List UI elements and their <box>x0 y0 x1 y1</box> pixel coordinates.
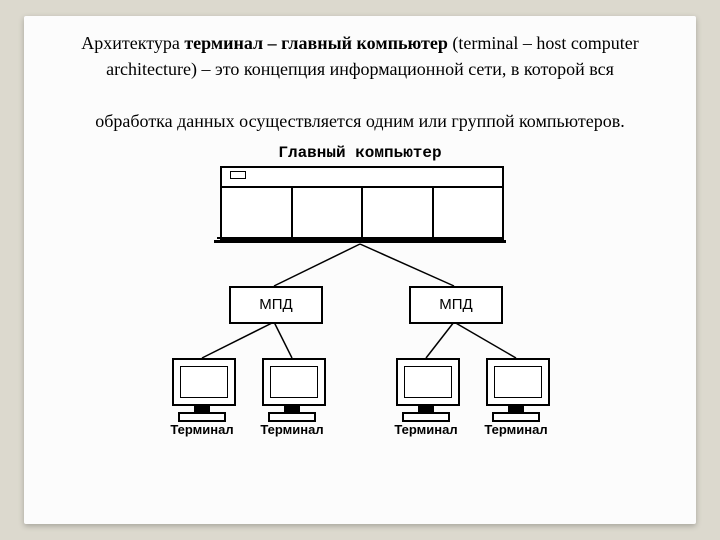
mainframe-base <box>217 237 503 239</box>
host-computer-icon <box>220 166 500 236</box>
terminal-base <box>178 412 226 422</box>
slide-frame: Архитектура терминал – главный компьютер… <box>24 16 696 524</box>
desc-line2: обработка данных осуществляется одним ил… <box>95 111 625 131</box>
terminal-screen <box>404 366 452 398</box>
host-computer-label: Главный компьютер <box>24 144 696 162</box>
terminal-monitor <box>262 358 326 406</box>
desc-prefix: Архитектура <box>81 33 184 53</box>
terminal-monitor <box>172 358 236 406</box>
mainframe-column <box>293 188 364 238</box>
mpd-box-left: МПД <box>229 286 323 324</box>
terminal-icon <box>486 358 546 422</box>
terminal-monitor <box>486 358 550 406</box>
terminal-icon <box>262 358 322 422</box>
terminal-base <box>402 412 450 422</box>
terminal-label: Терминал <box>381 422 471 437</box>
architecture-diagram: Главный компьютер <box>24 136 696 496</box>
mainframe-column <box>222 188 293 238</box>
mpd-label: МПД <box>439 296 472 313</box>
mpd-label: МПД <box>259 296 292 313</box>
description-text: Архитектура терминал – главный компьютер… <box>48 30 672 134</box>
terminal-label: Терминал <box>471 422 561 437</box>
terminal-screen <box>270 366 318 398</box>
terminal-label: Терминал <box>247 422 337 437</box>
mainframe-column <box>434 188 503 238</box>
mainframe-column <box>363 188 434 238</box>
terminal-icon <box>396 358 456 422</box>
mpd-box-right: МПД <box>409 286 503 324</box>
terminal-label: Терминал <box>157 422 247 437</box>
terminal-screen <box>494 366 542 398</box>
terminal-screen <box>180 366 228 398</box>
desc-bold: терминал – главный компьютер <box>184 33 448 53</box>
terminal-base <box>268 412 316 422</box>
terminal-icon <box>172 358 232 422</box>
mainframe-base <box>214 240 506 243</box>
mainframe-slot <box>230 171 246 179</box>
mainframe-top <box>220 166 504 188</box>
terminal-base <box>492 412 540 422</box>
terminal-monitor <box>396 358 460 406</box>
mainframe-body <box>220 186 504 240</box>
